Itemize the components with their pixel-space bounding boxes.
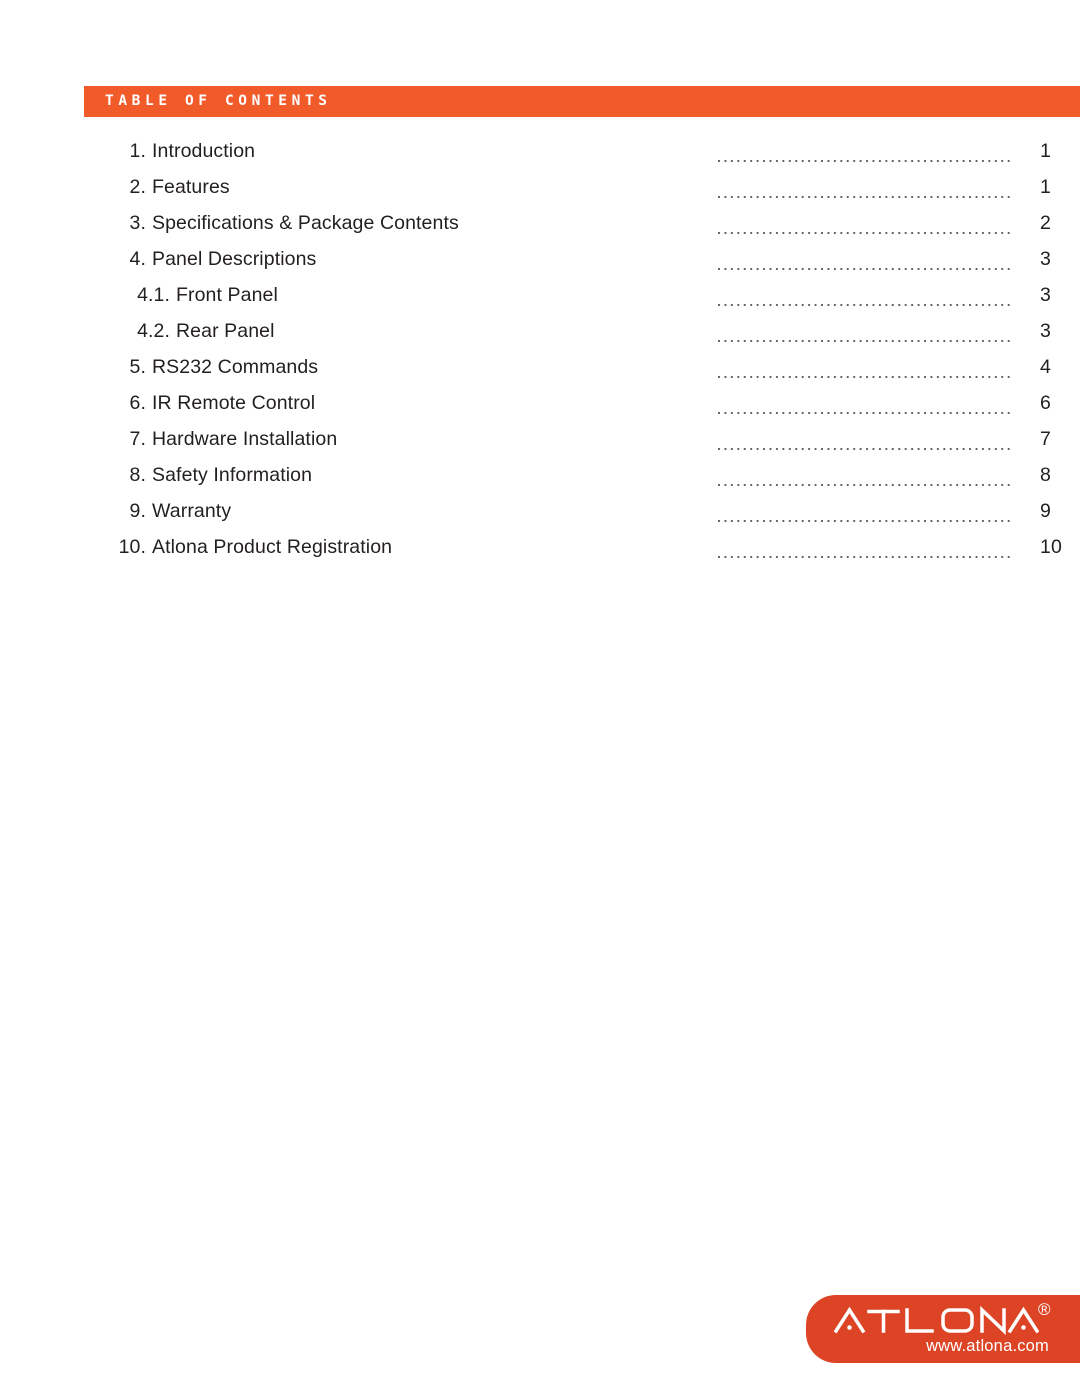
toc-entry-page-number: 1: [1040, 176, 1051, 198]
toc-entry-number: 3.: [129, 212, 146, 234]
toc-entry[interactable]: 3. Specifications & Package Contents 2: [84, 212, 1080, 248]
toc-entry-label: Warranty: [152, 500, 232, 522]
toc-dot-leader: [718, 556, 1014, 558]
toc-entry[interactable]: 10. Atlona Product Registration 10: [84, 536, 1080, 572]
toc-entry-page-number: 1: [1040, 140, 1051, 162]
toc-entry-number: 8.: [129, 464, 146, 486]
toc-entry[interactable]: 4.1. Front Panel 3: [84, 284, 1080, 320]
toc-entry-number: 9.: [129, 500, 146, 522]
toc-entry-page-number: 3: [1040, 248, 1051, 270]
toc-entry[interactable]: 5. RS232 Commands 4: [84, 356, 1080, 392]
toc-entry-number: 4.: [129, 248, 146, 270]
toc-entry-page-number: 7: [1040, 428, 1051, 450]
table-of-contents-header: Table of Contents: [84, 86, 1080, 117]
toc-entry-page-number: 6: [1040, 392, 1051, 414]
toc-dot-leader: [718, 412, 1014, 414]
toc-dot-leader: [718, 448, 1014, 450]
toc-entry-label: Safety Information: [152, 464, 313, 486]
toc-entry-number: 2.: [129, 176, 146, 198]
toc-entry-number: 4.2.: [137, 320, 170, 342]
toc-entry-label: Hardware Installation: [152, 428, 338, 450]
toc-dot-leader: [718, 232, 1014, 234]
toc-entry[interactable]: 9. Warranty 9: [84, 500, 1080, 536]
toc-dot-leader: [718, 376, 1014, 378]
page-title: Table of Contents: [105, 93, 332, 110]
toc-entry[interactable]: 7. Hardware Installation 7: [84, 428, 1080, 464]
toc-entry-label: IR Remote Control: [152, 392, 316, 414]
table-of-contents-list: 1. Introduction 1 2. Features 1 3. Specificatio…: [84, 140, 1080, 572]
toc-entry-label: Features: [152, 176, 230, 198]
toc-dot-leader: [718, 340, 1014, 342]
toc-entry-label: Specifications & Package Contents: [152, 212, 459, 234]
toc-entry[interactable]: 6. IR Remote Control 6: [84, 392, 1080, 428]
toc-entry-label: Introduction: [152, 140, 256, 162]
atlona-website-url: www.atlona.com: [926, 1337, 1049, 1355]
toc-entry-number: 6.: [129, 392, 146, 414]
toc-entry-page-number: 2: [1040, 212, 1051, 234]
toc-entry-page-number: 10: [1040, 536, 1062, 558]
toc-entry[interactable]: 8. Safety Information 8: [84, 464, 1080, 500]
toc-dot-leader: [718, 160, 1014, 162]
toc-entry-page-number: 8: [1040, 464, 1051, 486]
toc-entry[interactable]: 4.2. Rear Panel 3: [84, 320, 1080, 356]
toc-dot-leader: [718, 304, 1014, 306]
registered-trademark-icon: ®: [1038, 1300, 1051, 1319]
toc-entry-number: 10.: [118, 536, 146, 558]
toc-entry-label: RS232 Commands: [152, 356, 319, 378]
toc-entry-label: Front Panel: [176, 284, 278, 306]
toc-entry-page-number: 3: [1040, 284, 1051, 306]
toc-entry-number: 4.1.: [137, 284, 170, 306]
toc-dot-leader: [718, 196, 1014, 198]
toc-entry-page-number: 3: [1040, 320, 1051, 342]
toc-entry-page-number: 4: [1040, 356, 1051, 378]
toc-entry-number: 7.: [129, 428, 146, 450]
toc-entry-page-number: 9: [1040, 500, 1051, 522]
toc-dot-leader: [718, 520, 1014, 522]
atlona-wordmark-icon: [834, 1305, 1039, 1336]
atlona-logo: ® www.atlona.com: [806, 1295, 1080, 1363]
toc-entry[interactable]: 2. Features 1: [84, 176, 1080, 212]
toc-entry[interactable]: 4. Panel Descriptions 3: [84, 248, 1080, 284]
toc-entry-label: Rear Panel: [176, 320, 275, 342]
toc-dot-leader: [718, 268, 1014, 270]
toc-entry-label: Panel Descriptions: [152, 248, 317, 270]
toc-entry-label: Atlona Product Registration: [152, 536, 393, 558]
toc-entry-number: 1.: [129, 140, 146, 162]
toc-entry[interactable]: 1. Introduction 1: [84, 140, 1080, 176]
toc-entry-number: 5.: [129, 356, 146, 378]
toc-dot-leader: [718, 484, 1014, 486]
